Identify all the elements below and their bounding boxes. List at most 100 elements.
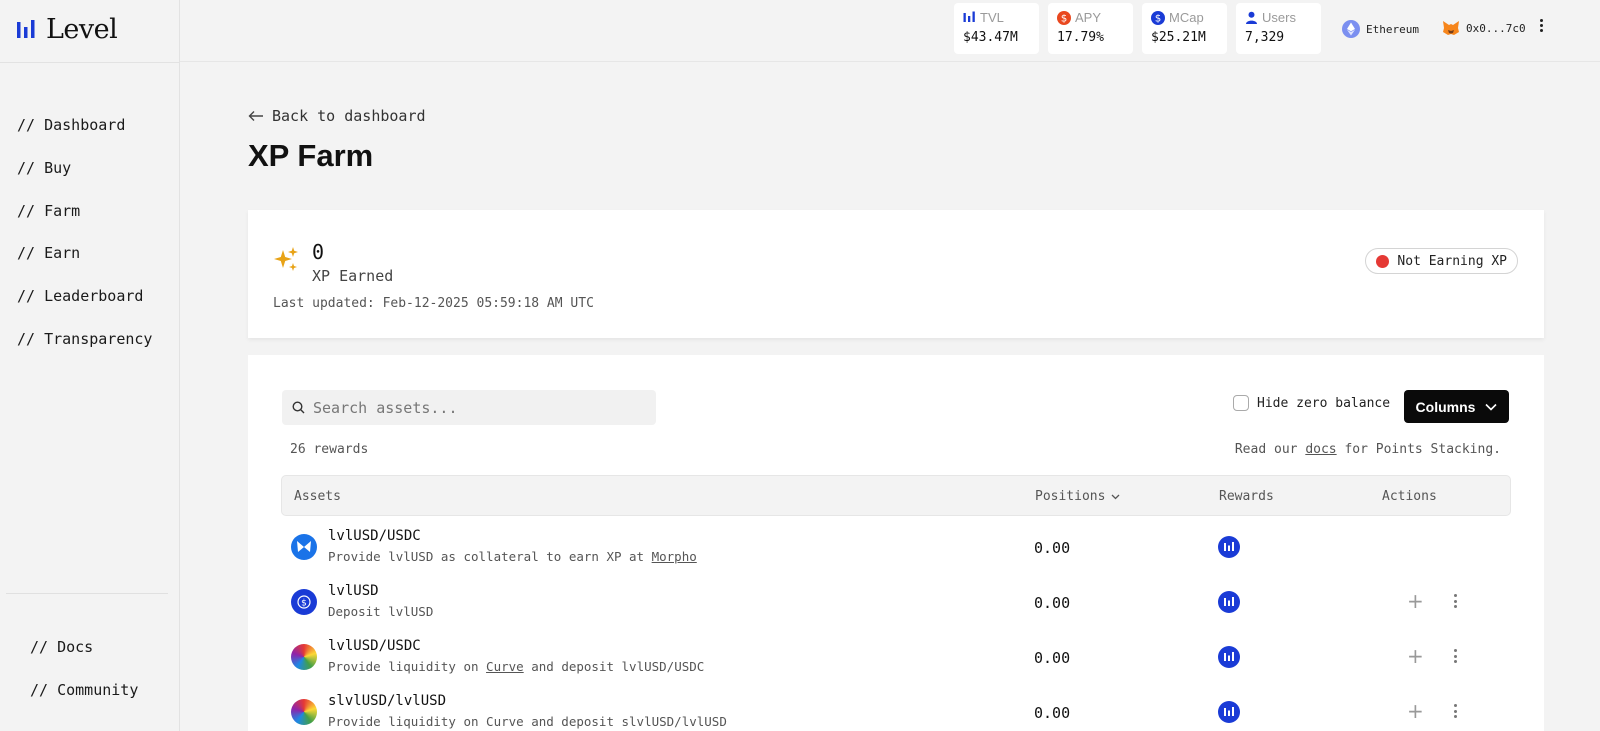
- table-row[interactable]: lvlUSD/USDC Provide lvlUSD as collateral…: [281, 520, 1511, 575]
- logo[interactable]: Level: [16, 14, 118, 45]
- logo-text: Level: [46, 14, 118, 45]
- th-actions: Actions: [1382, 489, 1437, 504]
- stat-label: APY: [1075, 10, 1102, 25]
- position-value: 0.00: [1034, 539, 1071, 557]
- sidebar-item-transparency[interactable]: // Transparency: [17, 317, 152, 360]
- docs-note-pre: Read our: [1234, 442, 1306, 457]
- row-menu-icon[interactable]: [1454, 594, 1457, 608]
- docs-link[interactable]: docs: [1305, 442, 1336, 457]
- sidebar-item-leaderboard[interactable]: // Leaderboard: [17, 275, 152, 318]
- wallet-button[interactable]: 0x0...7c0: [1442, 20, 1526, 36]
- search-input[interactable]: [313, 398, 643, 417]
- rewards-count: 26 rewards: [290, 442, 369, 457]
- th-positions[interactable]: Positions: [1035, 489, 1120, 504]
- row-menu-icon[interactable]: [1454, 704, 1457, 718]
- sidebar-bottom-nav: // Docs // Community: [30, 626, 138, 711]
- add-icon[interactable]: +: [1407, 644, 1424, 668]
- asset-desc: Deposit lvlUSD: [328, 604, 434, 619]
- table-row[interactable]: lvlUSD/USDC Provide liquidity on Curve a…: [281, 630, 1511, 685]
- asset-desc: Provide liquidity on Curve and deposit l…: [328, 659, 704, 674]
- sidebar-item-docs[interactable]: // Docs: [30, 626, 138, 669]
- curve-token-icon: [291, 644, 317, 670]
- columns-label: Columns: [1415, 398, 1476, 415]
- user-icon: [1246, 11, 1257, 24]
- row-menu-icon[interactable]: [1454, 649, 1457, 663]
- sidebar-item-earn[interactable]: // Earn: [17, 232, 152, 275]
- xp-label: XP Earned: [312, 267, 394, 285]
- sidebar-nav: // Dashboard // Buy // Farm // Earn // L…: [17, 104, 152, 360]
- stat-label: TVL: [980, 10, 1004, 25]
- level-reward-icon: [1218, 591, 1240, 613]
- docs-note: Read our docs for Points Stacking.: [1235, 442, 1501, 457]
- sidebar-item-dashboard[interactable]: // Dashboard: [17, 104, 152, 147]
- sidebar-top-divider: [0, 62, 180, 63]
- sidebar-divider: [6, 593, 168, 594]
- svg-text:$: $: [1061, 13, 1067, 24]
- status-text: Not Earning XP: [1397, 253, 1507, 269]
- asset-name: slvlUSD/lvlUSD: [328, 693, 447, 709]
- asset-desc-post: and deposit lvlUSD/USDC: [523, 659, 705, 674]
- svg-text:$: $: [301, 599, 307, 609]
- sparkles-icon: [274, 247, 298, 271]
- back-to-dashboard-link[interactable]: Back to dashboard: [248, 107, 426, 125]
- hide-zero-checkbox[interactable]: [1233, 395, 1249, 411]
- asset-desc-text: Provide lvlUSD as collateral to earn XP …: [328, 549, 652, 564]
- chevron-down-icon: [1111, 494, 1120, 499]
- asset-name: lvlUSD: [328, 583, 379, 599]
- search-box[interactable]: [282, 390, 656, 425]
- rewards-table-card: Hide zero balance Columns 26 rewards Rea…: [248, 355, 1544, 731]
- position-value: 0.00: [1034, 649, 1071, 667]
- arrow-left-icon: [248, 111, 263, 121]
- stat-value: $43.47M: [963, 30, 1018, 45]
- level-reward-icon: [1218, 646, 1240, 668]
- xp-summary-card: 0 XP Earned Last updated: Feb-12-2025 05…: [248, 210, 1544, 338]
- sidebar-item-community[interactable]: // Community: [30, 669, 138, 712]
- svg-text:$: $: [1155, 13, 1161, 24]
- level-bars-icon: [963, 11, 975, 22]
- back-label: Back to dashboard: [272, 107, 426, 125]
- hide-zero-toggle[interactable]: Hide zero balance: [1233, 395, 1390, 411]
- sidebar-item-buy[interactable]: // Buy: [17, 147, 152, 190]
- sidebar-item-farm[interactable]: // Farm: [17, 189, 152, 232]
- columns-button[interactable]: Columns: [1404, 390, 1509, 423]
- status-dot-icon: [1376, 254, 1390, 268]
- curve-link[interactable]: Curve: [486, 659, 524, 674]
- level-reward-icon: [1218, 701, 1240, 723]
- position-value: 0.00: [1034, 704, 1071, 722]
- th-assets: Assets: [294, 489, 341, 504]
- asset-desc: Provide liquidity on Curve and deposit s…: [328, 714, 727, 729]
- add-icon[interactable]: +: [1407, 589, 1424, 613]
- chevron-down-icon: [1485, 403, 1498, 411]
- docs-note-post: for Points Stacking.: [1336, 442, 1501, 457]
- metamask-fox-icon: [1443, 21, 1459, 35]
- stat-users: Users 7,329: [1236, 3, 1321, 54]
- level-reward-icon: [1218, 536, 1240, 558]
- network-name: Ethereum: [1366, 22, 1419, 36]
- asset-name: lvlUSD/USDC: [328, 528, 421, 544]
- asset-desc: Provide lvlUSD as collateral to earn XP …: [328, 549, 697, 564]
- th-positions-label: Positions: [1035, 489, 1106, 504]
- position-value: 0.00: [1034, 594, 1071, 612]
- add-icon[interactable]: +: [1407, 699, 1424, 723]
- stat-value: 17.79%: [1057, 30, 1104, 45]
- stat-value: $25.21M: [1151, 30, 1206, 45]
- stat-apy: $ APY 17.79%: [1048, 3, 1133, 54]
- ethereum-icon: [1342, 20, 1360, 38]
- top-header: TVL $43.47M $ APY 17.79% $ MCap $25.21M …: [180, 0, 1600, 62]
- asset-desc-text: Provide liquidity on: [328, 659, 487, 674]
- wallet-address: 0x0...7c0: [1466, 21, 1526, 35]
- morpho-link[interactable]: Morpho: [652, 549, 697, 564]
- stat-tvl: TVL $43.47M: [954, 3, 1039, 54]
- asset-name: lvlUSD/USDC: [328, 638, 421, 654]
- more-menu-icon[interactable]: [1538, 19, 1544, 32]
- sidebar: Level // Dashboard // Buy // Farm // Ear…: [0, 0, 180, 731]
- search-icon: [292, 401, 305, 414]
- table-row[interactable]: $ lvlUSD Deposit lvlUSD 0.00 +: [281, 575, 1511, 630]
- curve-token-icon: [291, 699, 317, 725]
- stat-value: 7,329: [1245, 30, 1285, 45]
- network-selector[interactable]: Ethereum: [1342, 20, 1419, 38]
- dollar-circle-icon: $: [1151, 10, 1165, 25]
- table-header: Assets Positions Rewards Actions: [281, 475, 1511, 516]
- table-row[interactable]: slvlUSD/lvlUSD Provide liquidity on Curv…: [281, 685, 1511, 731]
- status-badge: Not Earning XP: [1365, 248, 1518, 274]
